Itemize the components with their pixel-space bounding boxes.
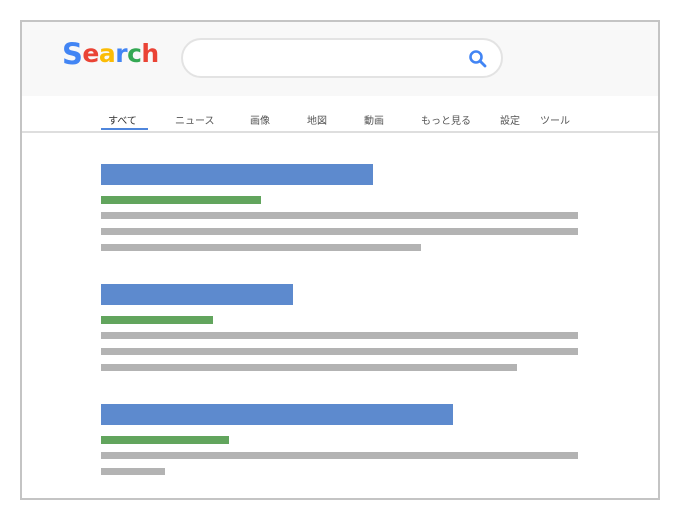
result-url-placeholder [101, 196, 261, 204]
search-header: Search [22, 22, 658, 96]
nav-tabs: すべて ニュース 画像 地図 動画 もっと見る 設定 ツール [22, 96, 658, 131]
result-snippet-line [101, 348, 578, 355]
result-title-placeholder[interactable] [101, 284, 293, 305]
tab-tools[interactable]: ツール [540, 116, 570, 128]
tab-more[interactable]: もっと見る [421, 116, 471, 128]
search-input[interactable] [199, 46, 449, 70]
tab-maps[interactable]: 地図 [307, 116, 327, 128]
logo-letter: S [62, 37, 83, 71]
tab-images[interactable]: 画像 [250, 116, 270, 128]
active-tab-indicator [101, 128, 148, 130]
result-snippet-line [101, 468, 165, 475]
result-snippet-line [101, 452, 578, 459]
result-snippet-line [101, 212, 578, 219]
tab-all[interactable]: すべて [108, 116, 137, 128]
tab-news[interactable]: ニュース [175, 116, 215, 128]
logo-letter: h [141, 39, 159, 68]
logo-letter: c [127, 39, 142, 68]
logo-letter: a [98, 39, 116, 68]
result-title-placeholder[interactable] [101, 404, 453, 425]
logo-letter: e [82, 39, 99, 68]
search-icon[interactable] [467, 48, 489, 70]
result-snippet-line [101, 332, 578, 339]
result-url-placeholder [101, 316, 213, 324]
tab-settings[interactable]: 設定 [500, 116, 520, 128]
result-snippet-line [101, 364, 517, 371]
browser-frame: Search すべて ニュース 画像 地図 動画 もっと見る 設定 ツール [20, 20, 660, 500]
nav-divider [22, 131, 658, 133]
result-snippet-line [101, 244, 421, 251]
result-snippet-line [101, 228, 578, 235]
search-box[interactable] [181, 38, 503, 78]
logo-letter: r [115, 39, 128, 68]
result-url-placeholder [101, 436, 229, 444]
tab-videos[interactable]: 動画 [364, 116, 384, 128]
search-logo[interactable]: Search [62, 40, 159, 69]
result-title-placeholder[interactable] [101, 164, 373, 185]
